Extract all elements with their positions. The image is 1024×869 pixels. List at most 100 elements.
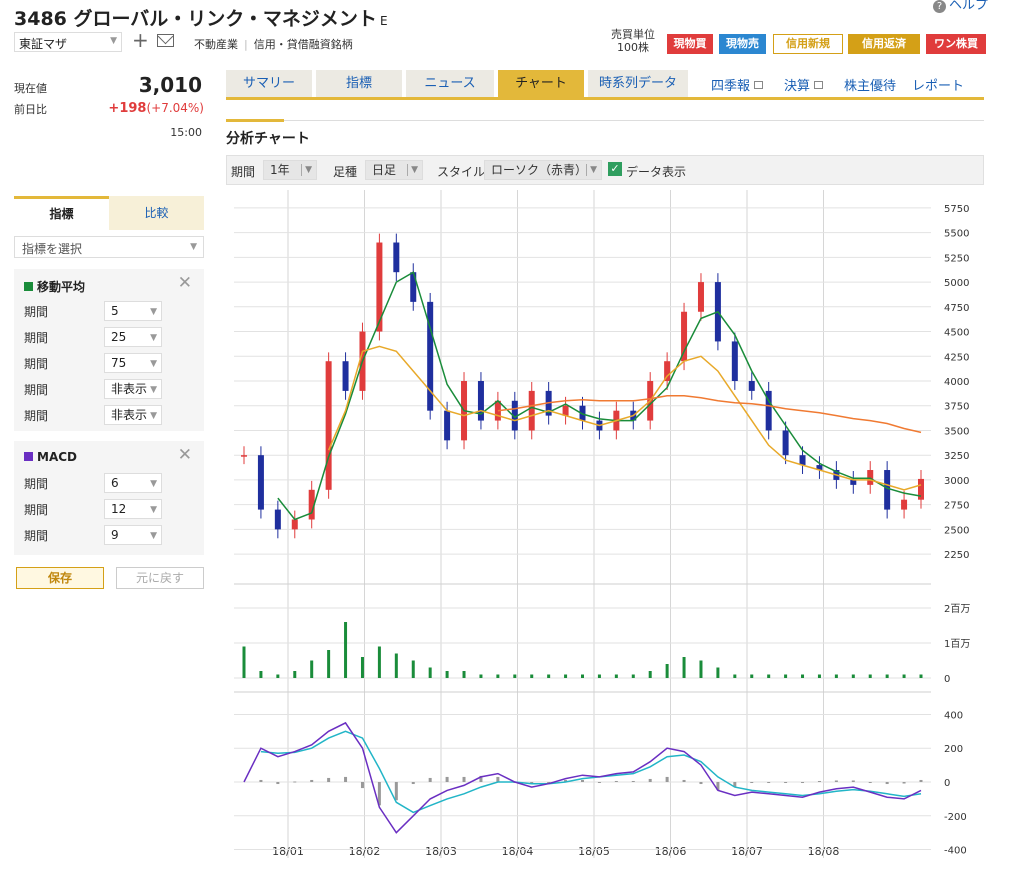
link-quarterly[interactable]: 四季報 — [711, 75, 764, 94]
side-tabs: 指標 比較 — [14, 196, 204, 230]
volume-bar — [665, 664, 669, 678]
macd-period-1[interactable]: 6 ▼ — [104, 473, 162, 493]
change-label: 前日比 — [14, 103, 47, 116]
ma-period-label: 期間 — [24, 305, 49, 319]
add-watchlist-icon[interactable]: + — [132, 28, 149, 52]
macd-tick-label: 200 — [944, 744, 963, 755]
price-label: 現在値 — [14, 82, 47, 95]
tab-compare[interactable]: 比較 — [109, 196, 204, 230]
chevron-down-icon: ▼ — [590, 165, 597, 175]
volume-bar — [564, 674, 568, 678]
volume-bar — [716, 667, 720, 678]
volume-bar — [462, 671, 466, 678]
volume-bar — [530, 674, 534, 678]
volume-bar — [428, 667, 432, 678]
save-button[interactable]: 保存 — [16, 567, 104, 589]
candle-body — [799, 455, 806, 466]
help-link[interactable]: ? ヘルプ — [932, 0, 988, 13]
macd-histogram-bar — [834, 780, 838, 782]
volume-bar — [682, 657, 686, 678]
ma-period-2[interactable]: 25 ▼ — [104, 327, 162, 347]
tab-indicators[interactable]: 指標 — [316, 70, 402, 97]
volume-bar — [394, 653, 398, 678]
margin-close-button[interactable]: 信用返済 — [848, 34, 920, 54]
volume-bar — [614, 674, 618, 678]
period-label: 期間 — [231, 165, 256, 179]
help-icon: ? — [932, 0, 946, 13]
ma-period-4[interactable]: 非表示 ▼ — [104, 379, 162, 399]
volume-bar — [581, 674, 584, 678]
volume-bar — [242, 646, 246, 678]
macd-tick-label: -400 — [944, 846, 967, 857]
mail-icon[interactable] — [157, 34, 174, 47]
macd-histogram-bar — [885, 782, 889, 785]
price-tick-label: 5750 — [944, 204, 969, 215]
stock-chart[interactable]: 18/01 18/02 18/03 18/04 18/05 18/06 18/07 18/08… — [226, 186, 984, 869]
price-tick-label: 4250 — [944, 352, 969, 363]
macd-histogram-bar — [919, 779, 923, 782]
macd-period-2[interactable]: 12 ▼ — [104, 499, 162, 519]
tab-summary[interactable]: サマリー — [226, 70, 312, 97]
price-tick-label: 5000 — [944, 278, 969, 289]
market-select[interactable]: 東証マザ ▼ — [14, 32, 122, 52]
tab-chart[interactable]: チャート — [498, 70, 584, 97]
macd-histogram-bar — [276, 782, 280, 785]
volume-bar — [648, 671, 652, 678]
current-price: 3,010 — [138, 73, 202, 97]
macd-histogram-bar — [344, 776, 348, 782]
volume-bar — [733, 674, 737, 678]
macd-histogram-bar — [767, 782, 771, 784]
tab-timeseries[interactable]: 時系列データ — [588, 70, 688, 97]
macd-histogram-bar — [665, 776, 669, 782]
volume-bar — [868, 674, 872, 678]
volume-bar — [259, 671, 263, 678]
volume-bar — [784, 674, 788, 678]
macd-histogram-bar — [445, 776, 449, 782]
macd-period-label: 期間 — [24, 503, 49, 517]
price-tick-label: 3000 — [944, 476, 969, 487]
chevron-down-icon: ▼ — [110, 36, 117, 46]
macd-histogram-bar — [327, 777, 331, 782]
close-icon[interactable]: ✕ — [178, 273, 192, 293]
chart-toolbar: 期間 1年 ▼ 足種 日足 ▼ スタイル ローソク（赤青） ▼ ✓ データ表示 — [226, 155, 984, 185]
period-select[interactable]: 1年 ▼ — [263, 160, 317, 180]
candle-body — [782, 430, 789, 456]
external-link-icon — [814, 81, 824, 89]
macd-tick-label: 400 — [944, 710, 963, 721]
cash-sell-button[interactable]: 現物売 — [719, 34, 766, 54]
candle-body — [274, 509, 281, 530]
macd-histogram-bar — [648, 778, 652, 782]
link-benefits[interactable]: 株主優待 — [844, 75, 896, 94]
x-tick-label: 18/05 — [578, 845, 610, 858]
close-icon[interactable]: ✕ — [178, 445, 192, 465]
style-select[interactable]: ローソク（赤青） ▼ — [484, 160, 602, 180]
macd-period-3[interactable]: 9 ▼ — [104, 525, 162, 545]
margin-new-button[interactable]: 信用新規 — [773, 34, 843, 54]
x-tick-label: 18/07 — [731, 845, 763, 858]
macd-histogram-bar — [411, 782, 415, 785]
tab-indicator[interactable]: 指標 — [14, 196, 109, 230]
candle-body — [918, 478, 924, 500]
ma-period-1[interactable]: 5 ▼ — [104, 301, 162, 321]
link-report[interactable]: レポート — [912, 75, 964, 94]
one-share-buy-button[interactable]: ワン株買 — [926, 34, 986, 54]
price-tick-label: 3250 — [944, 451, 969, 462]
x-tick-label: 18/03 — [425, 845, 457, 858]
cash-buy-button[interactable]: 現物買 — [667, 34, 713, 54]
tab-news[interactable]: ニュース — [406, 70, 494, 97]
bar-type-select[interactable]: 日足 ▼ — [365, 160, 423, 180]
volume-bar — [902, 674, 906, 678]
ma-period-3[interactable]: 75 ▼ — [104, 353, 162, 373]
reset-button[interactable]: 元に戻す — [116, 567, 204, 589]
volume-bar — [411, 660, 415, 678]
volume-bar — [513, 674, 517, 678]
data-display-checkbox[interactable]: ✓ — [608, 162, 622, 176]
ma25-line — [327, 345, 922, 491]
candle-body — [528, 390, 535, 431]
indicator-select[interactable]: 指標を選択 ▼ — [14, 236, 204, 258]
link-earnings[interactable]: 決算 — [784, 75, 824, 94]
macd-tick-label: -200 — [944, 812, 967, 823]
volume-bar — [631, 674, 635, 678]
ma-period-5[interactable]: 非表示 ▼ — [104, 405, 162, 425]
macd-histogram-bar — [682, 779, 686, 782]
